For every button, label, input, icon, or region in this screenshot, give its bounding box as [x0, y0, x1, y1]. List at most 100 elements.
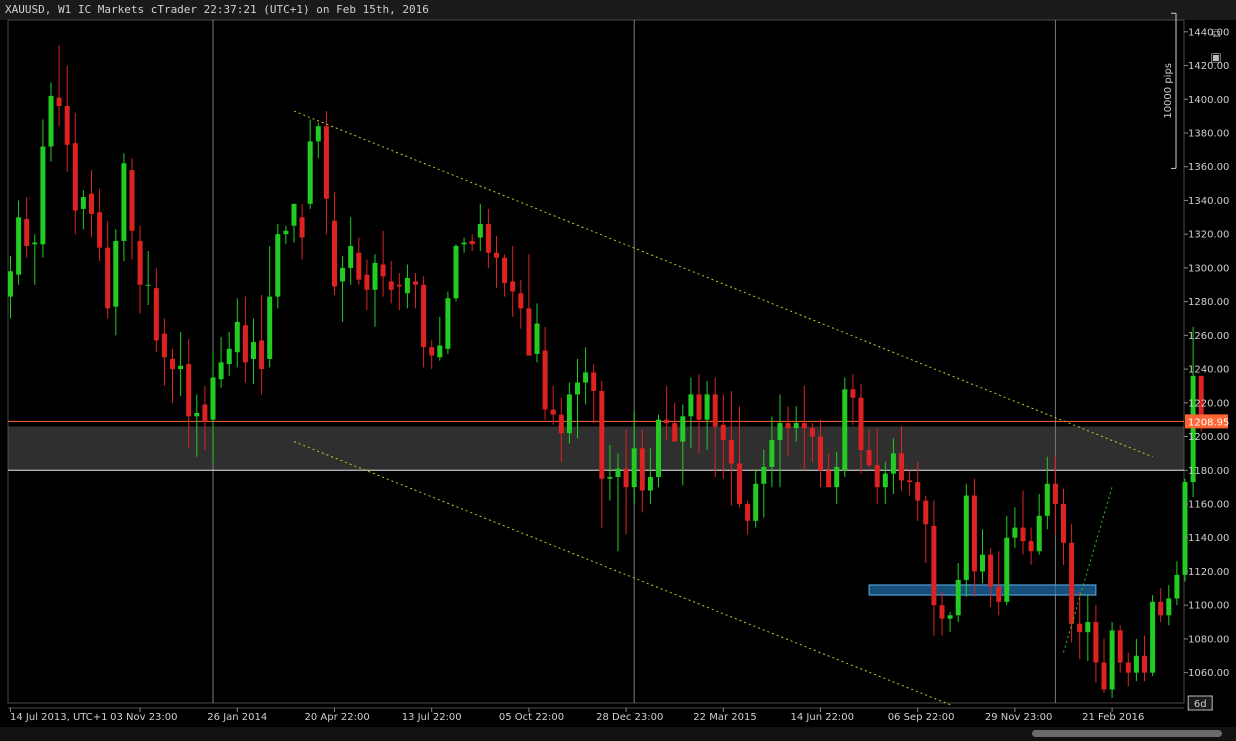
candle: [113, 229, 119, 336]
candle-body: [623, 468, 629, 488]
candle-body: [607, 477, 613, 479]
y-tick-label: 1320.00: [1188, 230, 1229, 241]
candle: [591, 364, 597, 424]
candle-body: [526, 308, 532, 356]
candle: [437, 316, 443, 361]
candle-body: [712, 394, 718, 427]
candle: [145, 251, 151, 306]
candle-body: [745, 504, 751, 521]
candle-body: [129, 170, 135, 231]
candle-body: [364, 274, 370, 290]
candle-body: [1158, 601, 1164, 616]
candle: [251, 318, 256, 385]
candle-body: [866, 450, 872, 466]
candle: [534, 303, 540, 363]
candle: [923, 495, 929, 564]
candle-body: [477, 224, 483, 238]
candle: [1085, 595, 1091, 661]
candle: [1012, 507, 1018, 548]
candle: [356, 237, 362, 285]
candle: [283, 225, 289, 245]
candle-body: [226, 348, 232, 365]
candle-body: [631, 448, 637, 488]
candle: [963, 483, 969, 597]
candle-body: [137, 240, 143, 285]
external-link-icon[interactable]: ⧉: [1208, 25, 1224, 41]
candle-body: [737, 463, 742, 505]
candle: [380, 230, 386, 297]
candle: [1093, 605, 1099, 683]
candle: [453, 244, 459, 302]
candle-body: [558, 414, 564, 434]
candle-body: [1004, 537, 1010, 602]
candle: [1182, 478, 1188, 582]
candle-body: [1117, 630, 1123, 663]
candle-body: [1077, 623, 1083, 633]
candle-body: [469, 240, 475, 245]
candle-body: [728, 439, 734, 464]
candle-body: [761, 466, 767, 484]
candle-body: [1133, 655, 1139, 673]
candle-body: [445, 298, 451, 349]
candle-body: [48, 95, 54, 147]
candle-body: [939, 605, 945, 619]
y-tick-label: 1380.00: [1188, 128, 1229, 139]
y-tick-label: 1200.00: [1188, 432, 1229, 443]
candle-body: [494, 252, 499, 258]
candle-body: [842, 389, 848, 471]
candle-body: [575, 382, 580, 395]
y-tick-label: 1160.00: [1188, 500, 1229, 511]
candle-body: [372, 262, 378, 290]
camera-icon[interactable]: ▣: [1208, 49, 1224, 65]
candle: [445, 291, 451, 354]
candle: [340, 256, 346, 322]
candle-body: [647, 477, 653, 491]
candle-body: [234, 321, 240, 353]
candle-body: [907, 480, 913, 483]
scrollbar-thumb[interactable]: [1032, 730, 1222, 737]
candle: [64, 65, 70, 172]
candle: [526, 254, 532, 356]
candle-body: [639, 448, 645, 491]
candle-body: [291, 203, 297, 226]
candle-body: [259, 340, 265, 370]
candle: [1069, 524, 1075, 643]
candle-body: [283, 230, 289, 235]
y-tick-label: 1220.00: [1188, 398, 1229, 409]
candle-body: [97, 212, 103, 248]
candle: [332, 192, 337, 295]
candle-body: [704, 394, 710, 420]
x-tick-label: 20 Apr 22:00: [305, 712, 370, 723]
candle: [1036, 493, 1042, 555]
candle: [226, 331, 232, 376]
candle-body: [485, 224, 491, 253]
candle: [599, 380, 605, 528]
candle-body: [971, 495, 977, 572]
candle-body: [1174, 574, 1180, 599]
candle-body: [518, 293, 524, 309]
candle: [980, 529, 985, 584]
candle: [421, 276, 427, 368]
candle: [728, 391, 734, 506]
candle: [429, 340, 435, 370]
candle-body: [850, 389, 856, 398]
candle: [170, 348, 175, 403]
candle: [850, 374, 856, 425]
chart-window: XAUUSD, W1 IC Markets cTrader 22:37:21 (…: [0, 0, 1236, 741]
candle-body: [769, 439, 775, 467]
candle-body: [793, 423, 799, 429]
x-tick-label: 14 Jun 22:00: [791, 712, 855, 723]
x-tick-label: 26 Jan 2014: [207, 712, 267, 723]
candlestick-chart[interactable]: 1060.00 1080.00 1100.00 1120.00 1140.00 1160.…: [0, 0, 1236, 741]
candle-body: [1150, 601, 1156, 673]
candle-body: [1069, 542, 1075, 624]
candle-body: [818, 436, 823, 471]
candle: [307, 119, 313, 209]
candle: [1150, 595, 1156, 677]
x-tick-label: 14 Jul 2013, UTC+1: [10, 712, 108, 723]
candle: [575, 358, 580, 439]
candle-body: [348, 245, 354, 268]
candle: [56, 45, 62, 127]
candle-body: [429, 347, 435, 356]
candle-body: [121, 163, 127, 241]
